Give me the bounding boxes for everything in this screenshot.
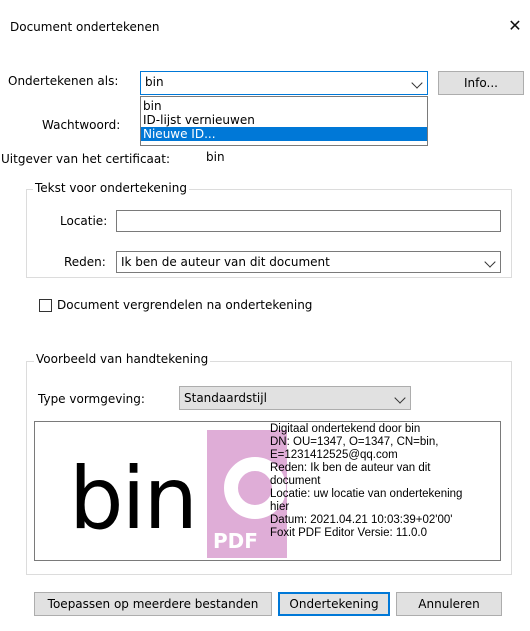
reason-value: Ik ben de auteur van dit document bbox=[121, 255, 330, 269]
lock-document-label[interactable]: Document vergrendelen na ondertekening bbox=[57, 298, 312, 312]
reason-select[interactable]: Ik ben de auteur van dit document bbox=[116, 251, 501, 273]
cancel-button[interactable]: Annuleren bbox=[396, 592, 502, 616]
issuer-value: bin bbox=[206, 150, 225, 164]
watermark-text: PDF bbox=[213, 529, 258, 553]
sign-as-label: Ondertekenen als: bbox=[8, 74, 119, 88]
dropdown-option-new-id[interactable]: Nieuwe ID... bbox=[141, 127, 427, 141]
location-input[interactable] bbox=[116, 210, 501, 232]
signature-preview: PDF bin Digitaal ondertekend door bin DN… bbox=[34, 421, 501, 561]
signature-preview-group-title: Voorbeeld van handtekening bbox=[34, 352, 211, 366]
chevron-down-icon bbox=[411, 77, 423, 89]
sign-as-dropdown-list: bin ID-lijst vernieuwen Nieuwe ID... bbox=[140, 96, 428, 146]
window-title: Document ondertekenen bbox=[10, 20, 160, 34]
issuer-label: Uitgever van het certificaat: bbox=[1, 152, 171, 166]
sign-button[interactable]: Ondertekening bbox=[278, 592, 390, 616]
signature-line: Reden: Ik ben de auteur van dit bbox=[270, 462, 431, 474]
close-icon[interactable]: ✕ bbox=[500, 12, 530, 40]
appearance-type-value: Standaardstijl bbox=[184, 391, 267, 405]
signature-line: E=1231412525@qq.com bbox=[270, 449, 398, 461]
signature-line: DN: OU=1347, O=1347, CN=bin, bbox=[270, 436, 439, 448]
signature-line: Locatie: uw locatie van ondertekening bbox=[270, 488, 463, 500]
signature-line: hier bbox=[270, 501, 290, 513]
sign-as-value: bin bbox=[145, 75, 164, 89]
signature-line: Digitaal ondertekend door bin bbox=[270, 423, 421, 435]
title-bar: Document ondertekenen ✕ bbox=[0, 0, 530, 40]
info-button[interactable]: Info... bbox=[438, 71, 524, 95]
reason-label: Reden: bbox=[64, 255, 106, 269]
sign-as-select[interactable]: bin bbox=[140, 71, 428, 95]
password-label: Wachtwoord: bbox=[42, 118, 121, 132]
chevron-down-icon bbox=[394, 392, 406, 404]
location-label: Locatie: bbox=[60, 214, 108, 228]
appearance-type-select[interactable]: Standaardstijl bbox=[179, 386, 411, 410]
signature-text-group-title: Tekst voor ondertekening bbox=[33, 181, 189, 195]
signature-line: document bbox=[270, 475, 321, 487]
signature-name-large: bin bbox=[69, 449, 198, 549]
appearance-type-label: Type vormgeving: bbox=[38, 392, 145, 406]
dropdown-option-bin[interactable]: bin bbox=[141, 99, 427, 113]
dropdown-option-refresh-id-list[interactable]: ID-lijst vernieuwen bbox=[141, 113, 427, 127]
chevron-down-icon bbox=[484, 256, 496, 268]
signature-line: Foxit PDF Editor Versie: 11.0.0 bbox=[270, 527, 428, 539]
apply-multiple-files-button[interactable]: Toepassen op meerdere bestanden bbox=[34, 592, 272, 616]
signature-details: Digitaal ondertekend door bin DN: OU=134… bbox=[270, 423, 462, 540]
lock-document-checkbox[interactable] bbox=[39, 299, 52, 312]
signature-line: Datum: 2021.04.21 10:03:39+02'00' bbox=[270, 514, 453, 526]
